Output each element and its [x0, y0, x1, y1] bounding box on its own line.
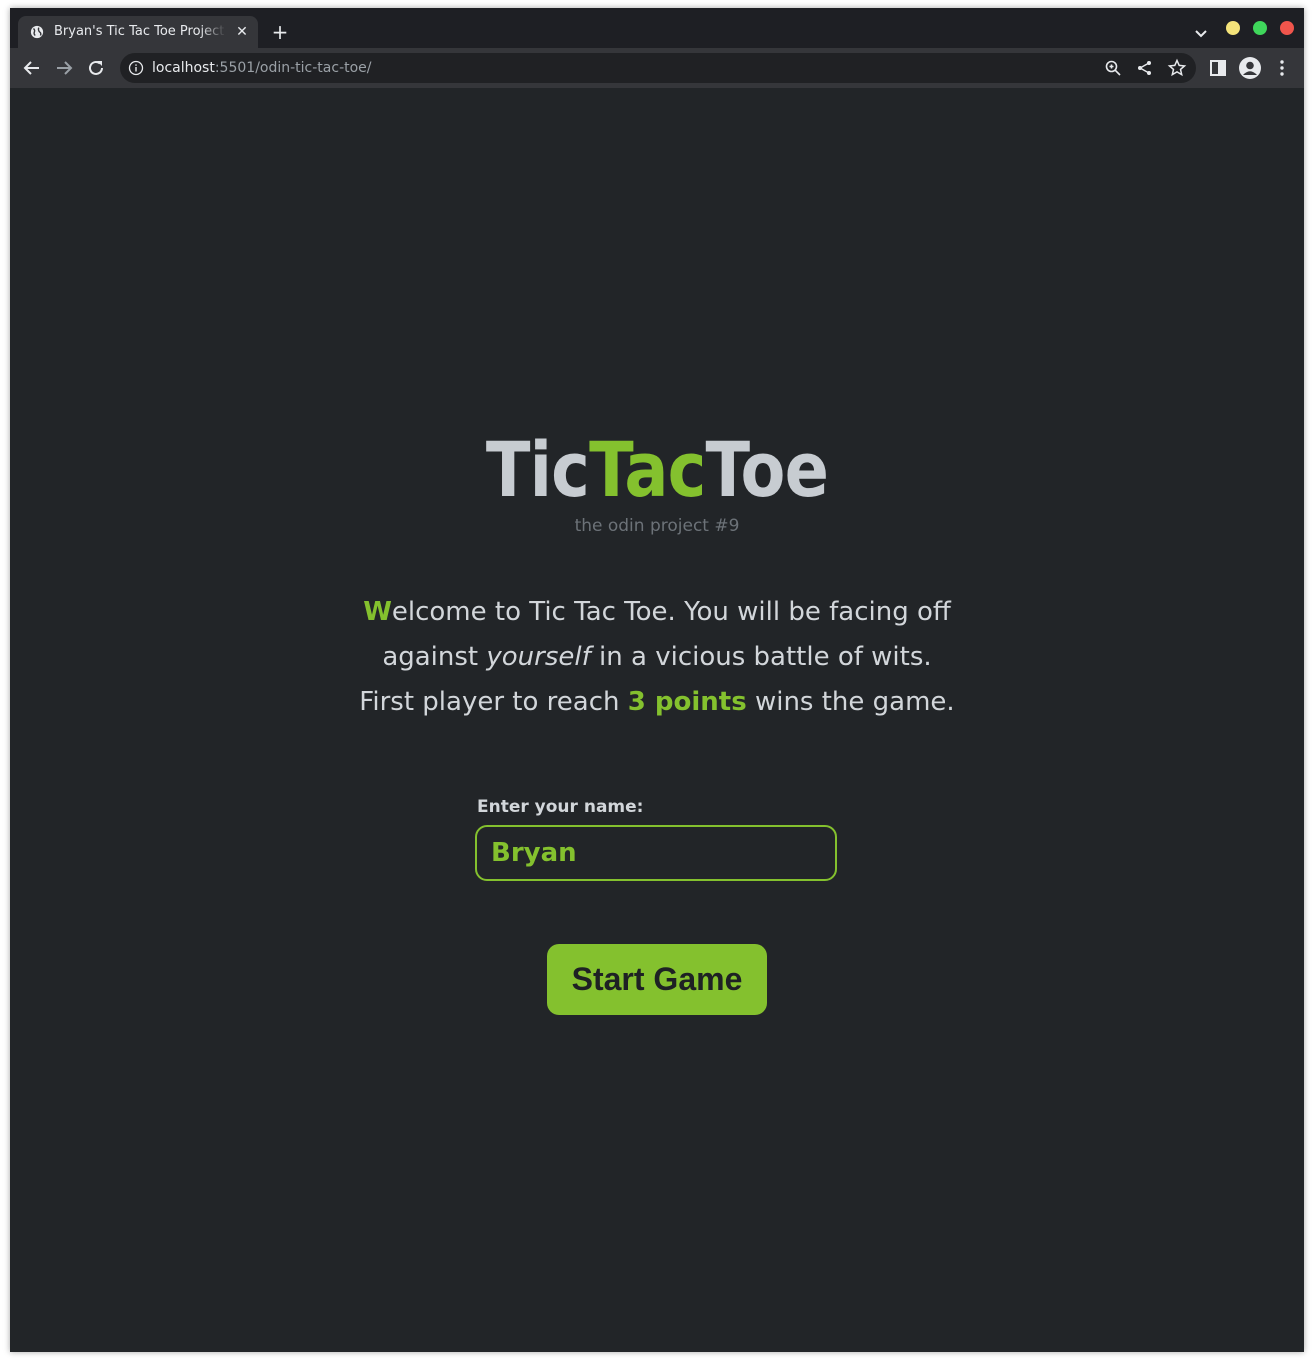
tab-close-icon[interactable]: ✕ — [234, 24, 250, 40]
tab-strip: Bryan's Tic Tac Toe Project ✕ + — [10, 8, 1304, 48]
globe-icon — [30, 25, 44, 39]
intro-points: 3 points — [627, 687, 747, 717]
logo-part-tac: Tac — [589, 425, 706, 514]
tab-active[interactable]: Bryan's Tic Tac Toe Project ✕ — [18, 16, 258, 48]
browser-toolbar: localhost:5501/odin-tic-tac-toe/ — [10, 48, 1304, 88]
intro-text-c: wins the game. — [746, 687, 955, 717]
profile-avatar-icon[interactable] — [1238, 56, 1262, 80]
address-bar[interactable]: localhost:5501/odin-tic-tac-toe/ — [120, 53, 1196, 83]
new-tab-button[interactable]: + — [268, 20, 292, 44]
url-path: :5501/odin-tic-tac-toe/ — [214, 60, 372, 76]
name-label: Enter your name: — [477, 797, 644, 817]
logo-part-tic: Tic — [485, 425, 590, 514]
page-content: TicTacToe the odin project #9 Welcome to… — [10, 88, 1304, 1352]
forward-arrow-icon[interactable] — [52, 56, 76, 80]
name-input[interactable] — [475, 825, 837, 881]
intro-emphasis: yourself — [486, 642, 591, 672]
start-game-button[interactable]: Start Game — [547, 944, 767, 1015]
intro-first-letter: W — [363, 597, 392, 627]
tab-title: Bryan's Tic Tac Toe Project — [54, 24, 225, 39]
info-icon[interactable] — [128, 60, 144, 76]
minimize-button[interactable] — [1226, 21, 1240, 35]
close-window-button[interactable] — [1280, 21, 1294, 35]
back-arrow-icon[interactable] — [20, 56, 44, 80]
intro-paragraph: Welcome to Tic Tac Toe. You will be faci… — [357, 590, 957, 725]
url-host: localhost — [152, 60, 215, 76]
share-icon[interactable] — [1135, 58, 1155, 78]
chevron-down-icon[interactable] — [1190, 22, 1212, 44]
logo-part-toe: Toe — [705, 425, 829, 514]
maximize-button[interactable] — [1253, 21, 1267, 35]
url-text[interactable]: localhost:5501/odin-tic-tac-toe/ — [152, 59, 372, 77]
side-panel-icon[interactable] — [1206, 56, 1230, 80]
kebab-menu-icon[interactable] — [1270, 56, 1294, 80]
logo-title: TicTacToe — [101, 418, 1214, 522]
star-icon[interactable] — [1167, 58, 1187, 78]
zoom-icon[interactable] — [1103, 58, 1123, 78]
subtitle: the odin project #9 — [574, 516, 740, 536]
browser-window: Bryan's Tic Tac Toe Project ✕ + localhos… — [10, 8, 1304, 1352]
reload-icon[interactable] — [84, 56, 108, 80]
